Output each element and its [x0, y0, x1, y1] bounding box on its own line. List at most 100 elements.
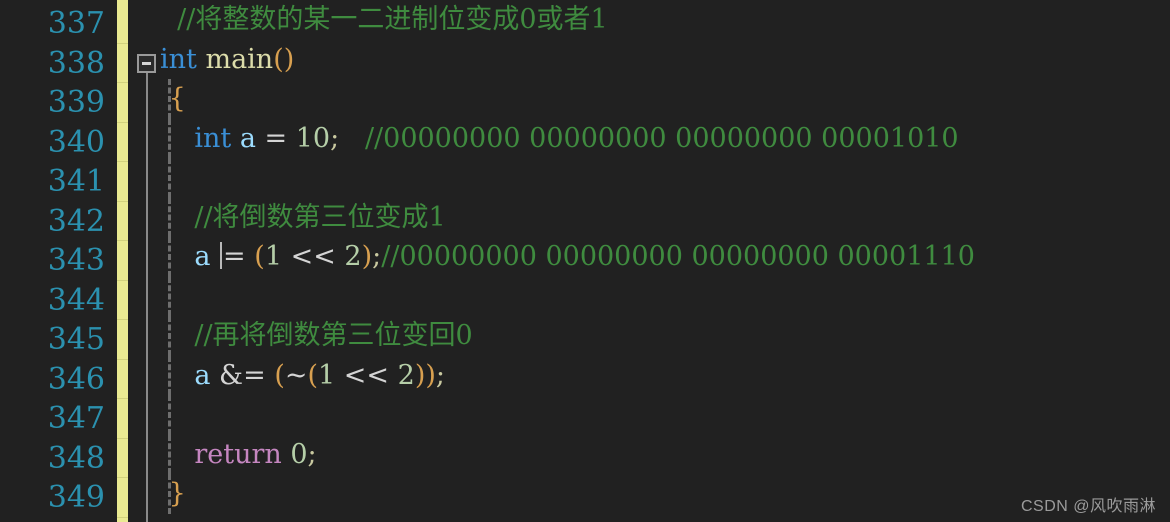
- line-number: 344: [47, 282, 105, 318]
- code-line[interactable]: [160, 276, 1170, 316]
- code-token: =: [264, 122, 288, 154]
- code-line[interactable]: [160, 395, 1170, 435]
- line-number: 346: [47, 361, 105, 397]
- line-number-gutter: 337 338 339 340 341 342 343 344 345 346 347 348 349: [0, 0, 117, 522]
- code-token: 1: [264, 241, 282, 272]
- code-token: //将整数的某一二进制位变成0或者1: [177, 4, 608, 35]
- code-token: ): [361, 241, 373, 272]
- change-bar-segment: [117, 201, 128, 241]
- code-token: //再将倒数第三位变回0: [194, 320, 473, 351]
- line-number: 340: [47, 124, 105, 160]
- code-token: ;: [435, 359, 446, 391]
- line-number: 345: [47, 322, 105, 357]
- code-token: //00000000 00000000 00000000 00001010: [364, 122, 959, 154]
- code-token: {: [168, 83, 186, 114]
- code-line-text: //将倒数第三位变成1: [160, 201, 446, 233]
- code-line-text: int a = 10; //00000000 00000000 00000000…: [160, 122, 959, 154]
- code-token: a: [194, 241, 211, 272]
- fold-guide-line: [146, 72, 148, 522]
- code-token: }: [168, 478, 186, 509]
- change-bar-segment: [117, 122, 128, 162]
- code-token: (: [274, 359, 285, 391]
- change-bar-segment: [117, 438, 128, 478]
- code-token: //00000000 00000000 00000000 00001110: [381, 241, 975, 272]
- code-line-text: a &= (~(1 << 2));: [160, 360, 445, 391]
- code-line-text: int main(): [160, 44, 294, 75]
- code-token: //将倒数第三位变成1: [194, 201, 446, 233]
- code-token: ~: [284, 359, 308, 391]
- code-token: (): [273, 43, 295, 75]
- change-bar-segment: [117, 478, 128, 518]
- change-bar-segment: [117, 43, 128, 83]
- code-line[interactable]: //再将倒数第三位变回0: [160, 316, 1170, 356]
- code-editor[interactable]: 337 338 339 340 341 342 343 344 345 346 347 348 349 …: [0, 0, 1170, 522]
- code-token: <<: [282, 241, 345, 272]
- line-number: 349: [47, 480, 105, 515]
- code-line-text: //再将倒数第三位变回0: [160, 320, 473, 351]
- code-token: a: [239, 122, 256, 154]
- code-token: (: [307, 359, 319, 391]
- indent-guide: [168, 276, 171, 316]
- code-content[interactable]: //将整数的某一二进制位变成0或者1 int main() { int a = 1…: [160, 0, 1170, 522]
- code-line[interactable]: a &= (~(1 << 2));: [160, 355, 1170, 395]
- code-token: <<: [335, 359, 398, 391]
- code-token: 2: [344, 241, 362, 272]
- code-token: int: [194, 122, 232, 154]
- code-line[interactable]: //将倒数第三位变成1: [160, 197, 1170, 237]
- change-indicator-bar: [117, 0, 128, 522]
- code-line[interactable]: //将整数的某一二进制位变成0或者1: [160, 0, 1170, 40]
- code-token: return: [194, 438, 282, 470]
- change-bar-segment: [117, 359, 128, 399]
- indent-guide: [168, 395, 171, 435]
- change-bar-segment: [117, 320, 128, 360]
- change-bar-segment: [117, 241, 128, 281]
- text-caret: [220, 242, 223, 269]
- code-line[interactable]: }: [160, 474, 1170, 514]
- code-line-text: {: [160, 83, 186, 114]
- fold-column[interactable]: [128, 0, 160, 522]
- change-bar-segment: [117, 280, 128, 320]
- change-bar-segment: [117, 399, 128, 439]
- code-token: int: [160, 43, 197, 75]
- code-line[interactable]: int a = 10; //00000000 00000000 00000000…: [160, 118, 1170, 158]
- line-number: 342: [47, 203, 105, 239]
- line-number: 339: [47, 85, 105, 120]
- change-bar-segment: [117, 162, 128, 202]
- code-token: 10: [295, 122, 331, 154]
- change-bar-segment: [117, 4, 128, 44]
- code-line-text: a = (1 << 2);//00000000 00000000 0000000…: [160, 241, 975, 272]
- code-token: )): [414, 359, 436, 391]
- code-token: 0: [290, 438, 308, 470]
- code-token: ;: [372, 241, 382, 272]
- code-line[interactable]: int main(): [160, 40, 1170, 80]
- code-line[interactable]: {: [160, 79, 1170, 119]
- code-token: ;: [330, 122, 340, 154]
- code-token: main: [205, 43, 274, 75]
- code-token: a: [194, 359, 211, 391]
- line-number: 343: [47, 243, 105, 278]
- code-token: 2: [397, 359, 415, 391]
- code-line-text: }: [160, 478, 186, 509]
- code-line-text: //将整数的某一二进制位变成0或者1: [160, 4, 608, 35]
- code-line[interactable]: [160, 158, 1170, 198]
- code-line[interactable]: a = (1 << 2);//00000000 00000000 0000000…: [160, 237, 1170, 277]
- code-token: ;: [307, 438, 317, 470]
- line-number: 341: [47, 164, 105, 199]
- line-number: 338: [47, 45, 105, 81]
- collapse-minus-icon[interactable]: [137, 53, 156, 73]
- code-line[interactable]: return 0;: [160, 434, 1170, 474]
- code-token: &=: [219, 359, 266, 391]
